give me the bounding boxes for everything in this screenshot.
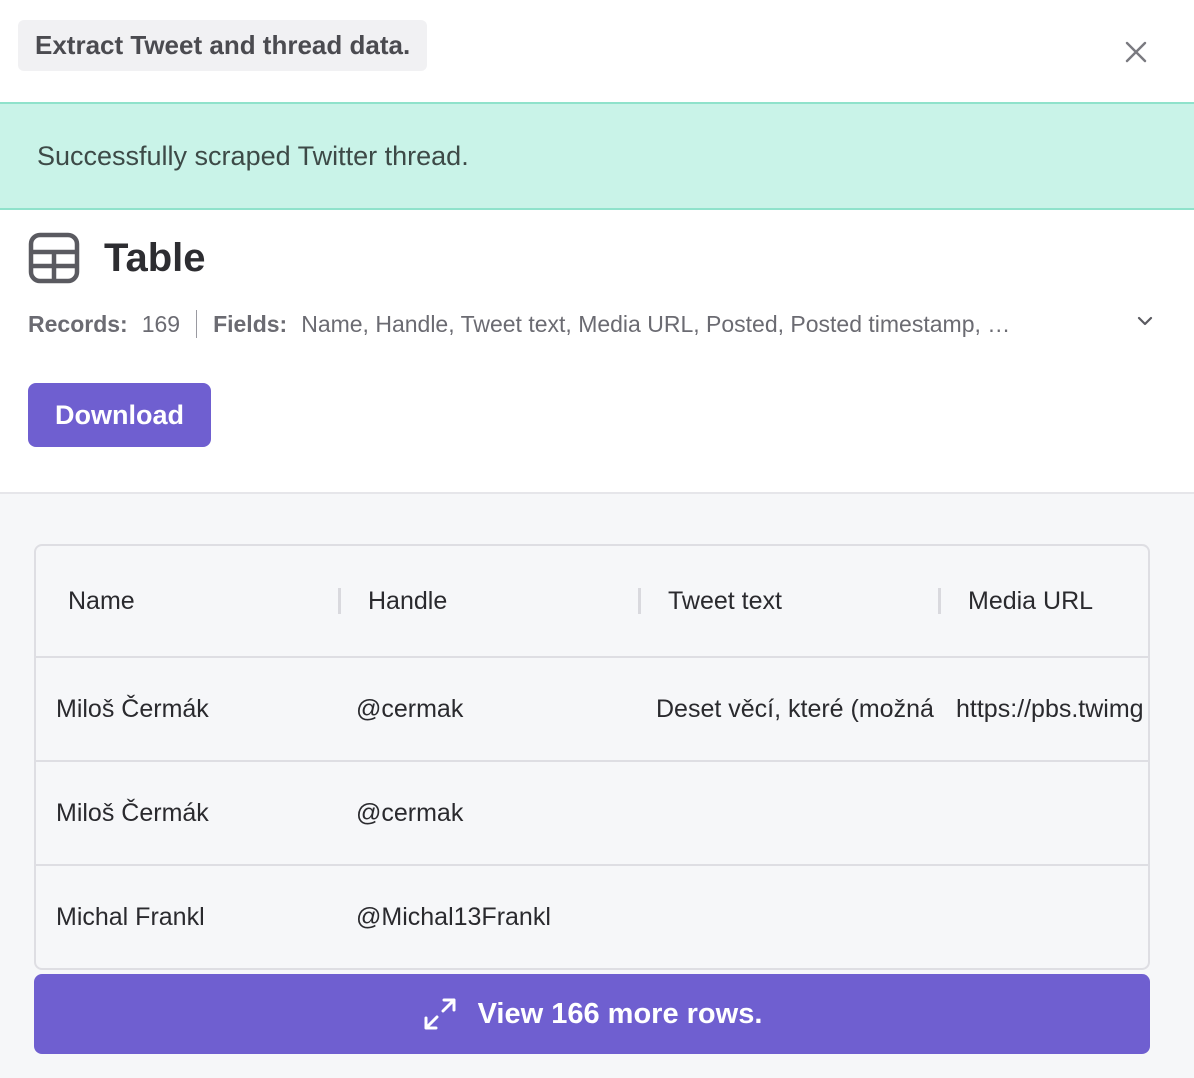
cell-handle: @cermak: [356, 694, 464, 723]
column-header-name[interactable]: Name: [68, 546, 135, 656]
download-button[interactable]: Download: [28, 383, 211, 447]
cell-name: Miloš Čermák: [56, 798, 209, 827]
cell-media-url: [956, 866, 1148, 968]
cell-tweet-text: Deset věcí, které (možná: [656, 694, 934, 723]
task-label: Extract Tweet and thread data.: [18, 20, 428, 71]
table-icon: [28, 232, 80, 284]
records-label: Records:: [28, 310, 128, 337]
meta-divider: [196, 310, 198, 338]
data-table[interactable]: Name Handle Tweet text Media URL Miloš Č…: [34, 544, 1150, 970]
cell-media-url: https://pbs.twimg: [956, 694, 1144, 723]
table-meta: Records: 169 Fields: Name, Handle, Tweet…: [28, 308, 1118, 340]
column-resize-handle[interactable]: [938, 588, 941, 614]
scrape-result-panel: Extract Tweet and thread data. Successfu…: [0, 0, 1194, 1078]
chevron-down-icon[interactable]: [1132, 308, 1158, 334]
close-icon: [1125, 41, 1147, 63]
column-resize-handle[interactable]: [338, 588, 341, 614]
table-row[interactable]: Michal Frankl @Michal13Frankl: [36, 866, 1148, 968]
success-message: Successfully scraped Twitter thread.: [37, 140, 469, 171]
table-preview-area: Name Handle Tweet text Media URL Miloš Č…: [0, 492, 1194, 1078]
close-button[interactable]: [1116, 32, 1156, 72]
cell-handle: @cermak: [356, 798, 464, 827]
panel-header: Extract Tweet and thread data.: [0, 0, 1194, 102]
column-header-media-url[interactable]: Media URL: [968, 546, 1093, 656]
table-row[interactable]: Miloš Čermák @cermak Deset věcí, které (…: [36, 658, 1148, 762]
column-header-tweet-text[interactable]: Tweet text: [668, 546, 782, 656]
cell-tweet-text: [656, 762, 938, 864]
cell-tweet-text: [656, 866, 938, 968]
fields-label: Fields:: [213, 310, 288, 337]
table-title: Table: [104, 235, 206, 280]
expand-icon: [424, 998, 456, 1030]
records-count: 169: [141, 310, 181, 337]
cell-handle: @Michal13Frankl: [356, 902, 551, 931]
success-banner: Successfully scraped Twitter thread.: [0, 102, 1194, 210]
view-more-rows-label: View 166 more rows.: [477, 997, 763, 1030]
table-row[interactable]: Miloš Čermák @cermak: [36, 762, 1148, 866]
cell-name: Michal Frankl: [56, 902, 205, 931]
cell-media-url: [956, 762, 1148, 864]
column-resize-handle[interactable]: [638, 588, 641, 614]
table-header-row: Name Handle Tweet text Media URL: [36, 546, 1148, 658]
view-more-rows-button[interactable]: View 166 more rows.: [34, 974, 1150, 1054]
column-header-handle[interactable]: Handle: [368, 546, 447, 656]
cell-name: Miloš Čermák: [56, 694, 209, 723]
horizontal-scrollbar[interactable]: [36, 968, 242, 970]
fields-list: Name, Handle, Tweet text, Media URL, Pos…: [301, 310, 1011, 337]
